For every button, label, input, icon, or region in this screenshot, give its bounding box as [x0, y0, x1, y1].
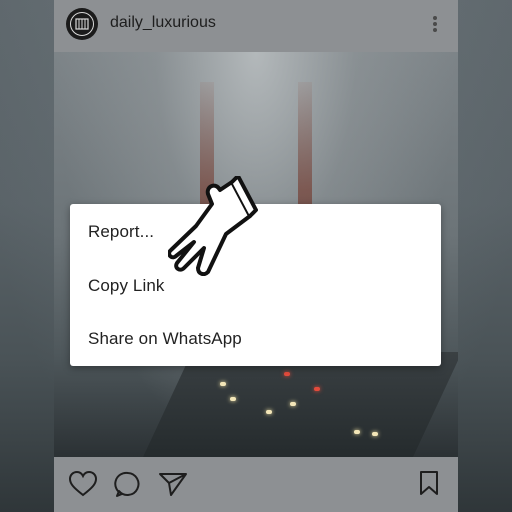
- menu-item-report[interactable]: Report...: [88, 222, 154, 242]
- avatar-logo-icon: [70, 12, 94, 36]
- car-light: [314, 387, 320, 391]
- comment-icon[interactable]: [114, 470, 142, 498]
- more-vertical-icon[interactable]: [432, 14, 438, 34]
- car-light: [220, 382, 226, 386]
- car-light: [354, 430, 360, 434]
- send-icon[interactable]: [158, 471, 188, 497]
- hand-pointer-icon: [168, 176, 258, 276]
- car-light: [266, 410, 272, 414]
- car-light: [230, 397, 236, 401]
- menu-item-copy-link[interactable]: Copy Link: [88, 276, 165, 296]
- avatar[interactable]: [66, 8, 98, 40]
- post-action-bar: [54, 457, 458, 512]
- car-light: [290, 402, 296, 406]
- car-light: [284, 372, 290, 376]
- bridge-deck: [136, 352, 458, 457]
- post-header: daily_luxurious: [54, 0, 458, 52]
- bookmark-icon[interactable]: [418, 470, 440, 496]
- post-username[interactable]: daily_luxurious: [110, 14, 216, 32]
- car-light: [372, 432, 378, 436]
- heart-icon[interactable]: [68, 470, 98, 498]
- menu-item-share-whatsapp[interactable]: Share on WhatsApp: [88, 329, 242, 349]
